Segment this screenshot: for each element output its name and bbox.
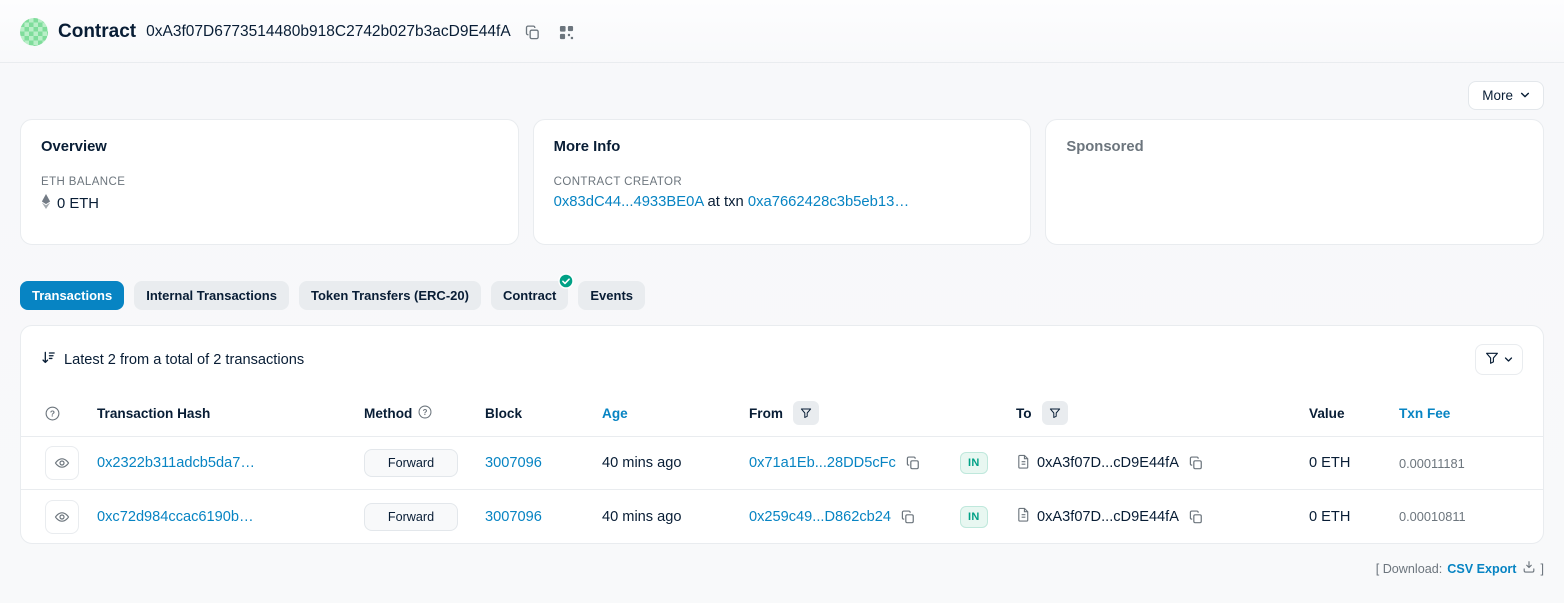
txn-hash-link[interactable]: 0xc72d984ccac6190b… [97,509,254,525]
tab-contract-label: Contract [503,288,556,303]
method-badge: Forward [364,503,458,531]
block-link[interactable]: 3007096 [485,509,542,525]
col-header-to: To [1016,401,1309,425]
tab-bar: Transactions Internal Transactions Token… [20,281,1544,310]
sort-icon [41,350,56,369]
method-help-icon[interactable]: ? [418,405,432,422]
toolbar-row: More [20,81,1544,110]
transactions-card-header: Latest 2 from a total of 2 transactions [21,326,1543,387]
to-address-text: 0xA3f07D...cD9E44fA [1037,509,1179,525]
col-header-txn-fee[interactable]: Txn Fee [1399,406,1531,421]
transactions-card: Latest 2 from a total of 2 transactions … [20,325,1544,544]
direction-badge: IN [960,452,988,474]
page-title: Contract [58,21,136,43]
direction-badge: IN [960,506,988,528]
contract-identicon-avatar [20,18,48,46]
eth-balance-label: ETH BALANCE [41,176,498,188]
tab-contract[interactable]: Contract [491,281,568,310]
tab-transactions[interactable]: Transactions [20,281,124,310]
creation-txn-link[interactable]: 0xa7662428c3b5eb13… [748,194,909,210]
eth-balance-value-row: 0 ETH [41,194,498,213]
copy-from-icon[interactable] [906,456,920,470]
copy-address-icon[interactable] [521,20,545,44]
col-header-transaction-hash: Transaction Hash [97,406,364,421]
page-header: Contract 0xA3f07D6773514480b918C2742b027… [0,0,1564,63]
value-text: 0 ETH [1309,509,1350,525]
preview-eye-button[interactable] [45,446,79,480]
col-header-value: Value [1309,406,1399,421]
tab-events[interactable]: Events [578,281,645,310]
csv-export-link[interactable]: CSV Export [1447,562,1516,576]
eth-diamond-icon [41,194,51,213]
txn-hash-link[interactable]: 0x2322b311adcb5da7… [97,455,255,471]
header-help-icon[interactable]: ? [45,406,97,421]
chevron-down-icon [1520,88,1530,103]
col-header-age[interactable]: Age [602,406,749,421]
creator-connector-text: at txn [708,194,744,210]
chevron-down-icon [1504,352,1513,367]
copy-from-icon[interactable] [901,510,915,524]
from-address-link[interactable]: 0x71a1Eb...28DD5cFc [749,455,896,471]
verified-check-icon [558,273,574,289]
more-info-card: More Info CONTRACT CREATOR 0x83dC44...49… [533,119,1032,245]
to-address-text: 0xA3f07D...cD9E44fA [1037,455,1179,471]
to-filter-icon[interactable] [1042,401,1068,425]
tab-token-transfers[interactable]: Token Transfers (ERC-20) [299,281,481,310]
contract-creator-label: CONTRACT CREATOR [554,176,1011,188]
overview-card-title: Overview [41,139,498,155]
more-button-label: More [1482,88,1513,103]
transactions-summary: Latest 2 from a total of 2 transactions [41,350,304,369]
preview-eye-button[interactable] [45,500,79,534]
table-row: 0x2322b311adcb5da7… Forward 3007096 40 m… [21,437,1543,490]
from-filter-icon[interactable] [793,401,819,425]
transactions-summary-text: Latest 2 from a total of 2 transactions [64,352,304,368]
from-address-link[interactable]: 0x259c49...D862cb24 [749,509,891,525]
download-footer: [ Download: CSV Export ] [20,560,1544,577]
sponsored-card-title: Sponsored [1066,139,1523,155]
method-badge: Forward [364,449,458,477]
contract-creator-row: 0x83dC44...4933BE0A at txn 0xa7662428c3b… [554,194,1011,210]
copy-to-icon[interactable] [1189,456,1203,470]
table-row: 0xc72d984ccac6190b… Forward 3007096 40 m… [21,490,1543,543]
contract-file-icon [1016,454,1031,473]
age-text: 40 mins ago [602,455,682,471]
sponsored-card: Sponsored [1045,119,1544,245]
tab-internal-transactions[interactable]: Internal Transactions [134,281,289,310]
table-header-row: ? Transaction Hash Method ? Block Age Fr… [21,387,1543,437]
overview-card: Overview ETH BALANCE 0 ETH [20,119,519,245]
more-info-card-title: More Info [554,139,1011,155]
svg-text:?: ? [423,407,428,416]
eth-balance-value: 0 ETH [57,196,99,212]
filter-funnel-icon [1485,351,1499,368]
download-icon[interactable] [1522,560,1536,577]
txn-fee-text: 0.00011181 [1399,456,1465,471]
qr-code-icon[interactable] [555,20,579,44]
col-header-from: From [749,401,960,425]
download-suffix-text: ] [1541,562,1545,576]
creator-address-link[interactable]: 0x83dC44...4933BE0A [554,194,704,210]
svg-text:?: ? [50,408,55,418]
more-button[interactable]: More [1468,81,1544,110]
contract-address: 0xA3f07D6773514480b918C2742b027b3acD9E44… [146,23,511,41]
download-prefix-text: [ Download: [1376,562,1443,576]
col-header-method: Method ? [364,405,485,422]
txn-fee-text: 0.00010811 [1399,509,1466,524]
info-cards: Overview ETH BALANCE 0 ETH More Info CON… [20,119,1544,245]
copy-to-icon[interactable] [1189,510,1203,524]
block-link[interactable]: 3007096 [485,455,542,471]
table-filter-button[interactable] [1475,344,1523,375]
col-header-block: Block [485,406,602,421]
age-text: 40 mins ago [602,509,682,525]
value-text: 0 ETH [1309,455,1350,471]
contract-file-icon [1016,507,1031,526]
